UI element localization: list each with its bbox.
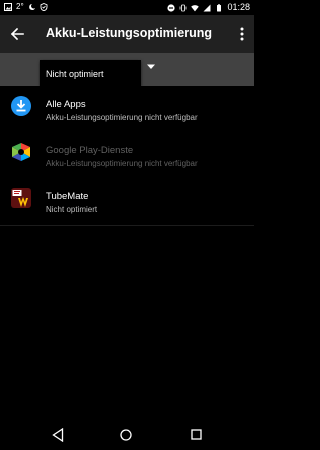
app-list: Alle Apps Akku-Leistungsoptimierung nich…: [0, 86, 254, 226]
list-item-tubemate[interactable]: TubeMate Nicht optimiert: [0, 178, 254, 224]
list-divider: [0, 225, 254, 226]
download-icon: [11, 96, 31, 116]
do-not-disturb-icon: [167, 3, 176, 12]
nav-home-icon[interactable]: [120, 429, 132, 441]
weather-icon: [28, 3, 35, 10]
navigation-bar: [0, 420, 254, 450]
app-bar: Akku-Leistungsoptimierung: [0, 15, 254, 53]
google-play-services-icon: [12, 143, 30, 161]
page-title: Akku-Leistungsoptimierung: [46, 26, 212, 40]
app-name: TubeMate: [46, 191, 89, 202]
app-status: Akku-Leistungsoptimierung nicht verfügba…: [46, 113, 198, 122]
tubemate-icon: [11, 188, 31, 208]
filter-dropdown[interactable]: Nicht optimiert: [40, 60, 141, 87]
status-bar: 2° 01:28: [0, 0, 254, 15]
more-vert-icon[interactable]: [238, 26, 246, 42]
app-status: Akku-Leistungsoptimierung nicht verfügba…: [46, 159, 198, 168]
arrow-back-icon[interactable]: [9, 26, 25, 42]
signal-icon: [203, 4, 211, 11]
temperature-text: 2°: [16, 2, 24, 11]
nav-back-icon[interactable]: [52, 428, 64, 442]
image-notification-icon: [4, 2, 12, 11]
nav-recents-icon[interactable]: [191, 429, 202, 440]
app-name: Google Play-Dienste: [46, 145, 134, 156]
list-item-alle-apps[interactable]: Alle Apps Akku-Leistungsoptimierung nich…: [0, 86, 254, 132]
shield-check-icon: [40, 2, 48, 11]
dropdown-arrow-icon[interactable]: [146, 64, 156, 70]
dropdown-option-nicht-optimiert[interactable]: Nicht optimiert: [46, 69, 104, 79]
wifi-icon: [191, 4, 200, 11]
app-name: Alle Apps: [46, 99, 86, 110]
clock-text: 01:28: [227, 2, 250, 12]
battery-icon: [217, 3, 222, 11]
list-item-google-play-dienste: Google Play-Dienste Akku-Leistungsoptimi…: [0, 132, 254, 178]
app-status: Nicht optimiert: [46, 205, 98, 214]
vibrate-icon: [180, 4, 187, 11]
